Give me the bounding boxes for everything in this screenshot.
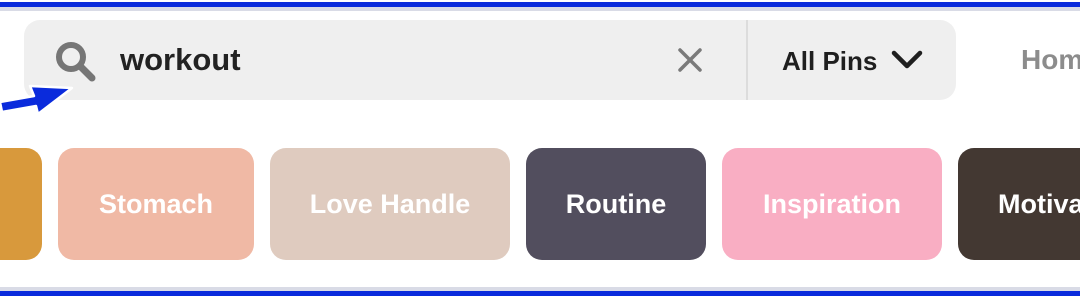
chip-label: Inspiration [762, 188, 901, 219]
arrow-icon [0, 84, 74, 116]
chip-label: Motiva [998, 188, 1080, 219]
search-input[interactable] [120, 36, 640, 84]
frame-border-top [0, 2, 1080, 7]
chip-label: Stomach [98, 188, 214, 219]
nav-home-link[interactable]: Hom [1021, 44, 1080, 76]
category-chip[interactable] [0, 148, 42, 260]
chip-label: Love Handle [309, 188, 471, 219]
filter-label: All Pins [782, 46, 878, 76]
pin-filter-dropdown[interactable]: All Pins [748, 20, 956, 100]
chevron-down-icon [891, 50, 923, 69]
chip-label: Routine [565, 188, 667, 219]
frame-shadow-top [0, 7, 1080, 11]
frame-border-bottom [0, 291, 1080, 296]
category-chip-stomach[interactable]: Stomach [58, 148, 254, 260]
category-chip-inspiration[interactable]: Inspiration [722, 148, 942, 260]
close-icon[interactable] [676, 46, 704, 74]
category-chip-routine[interactable]: Routine [526, 148, 706, 260]
category-chip-motivation[interactable]: Motiva [958, 148, 1080, 260]
category-chip-love-handle[interactable]: Love Handle [270, 148, 510, 260]
